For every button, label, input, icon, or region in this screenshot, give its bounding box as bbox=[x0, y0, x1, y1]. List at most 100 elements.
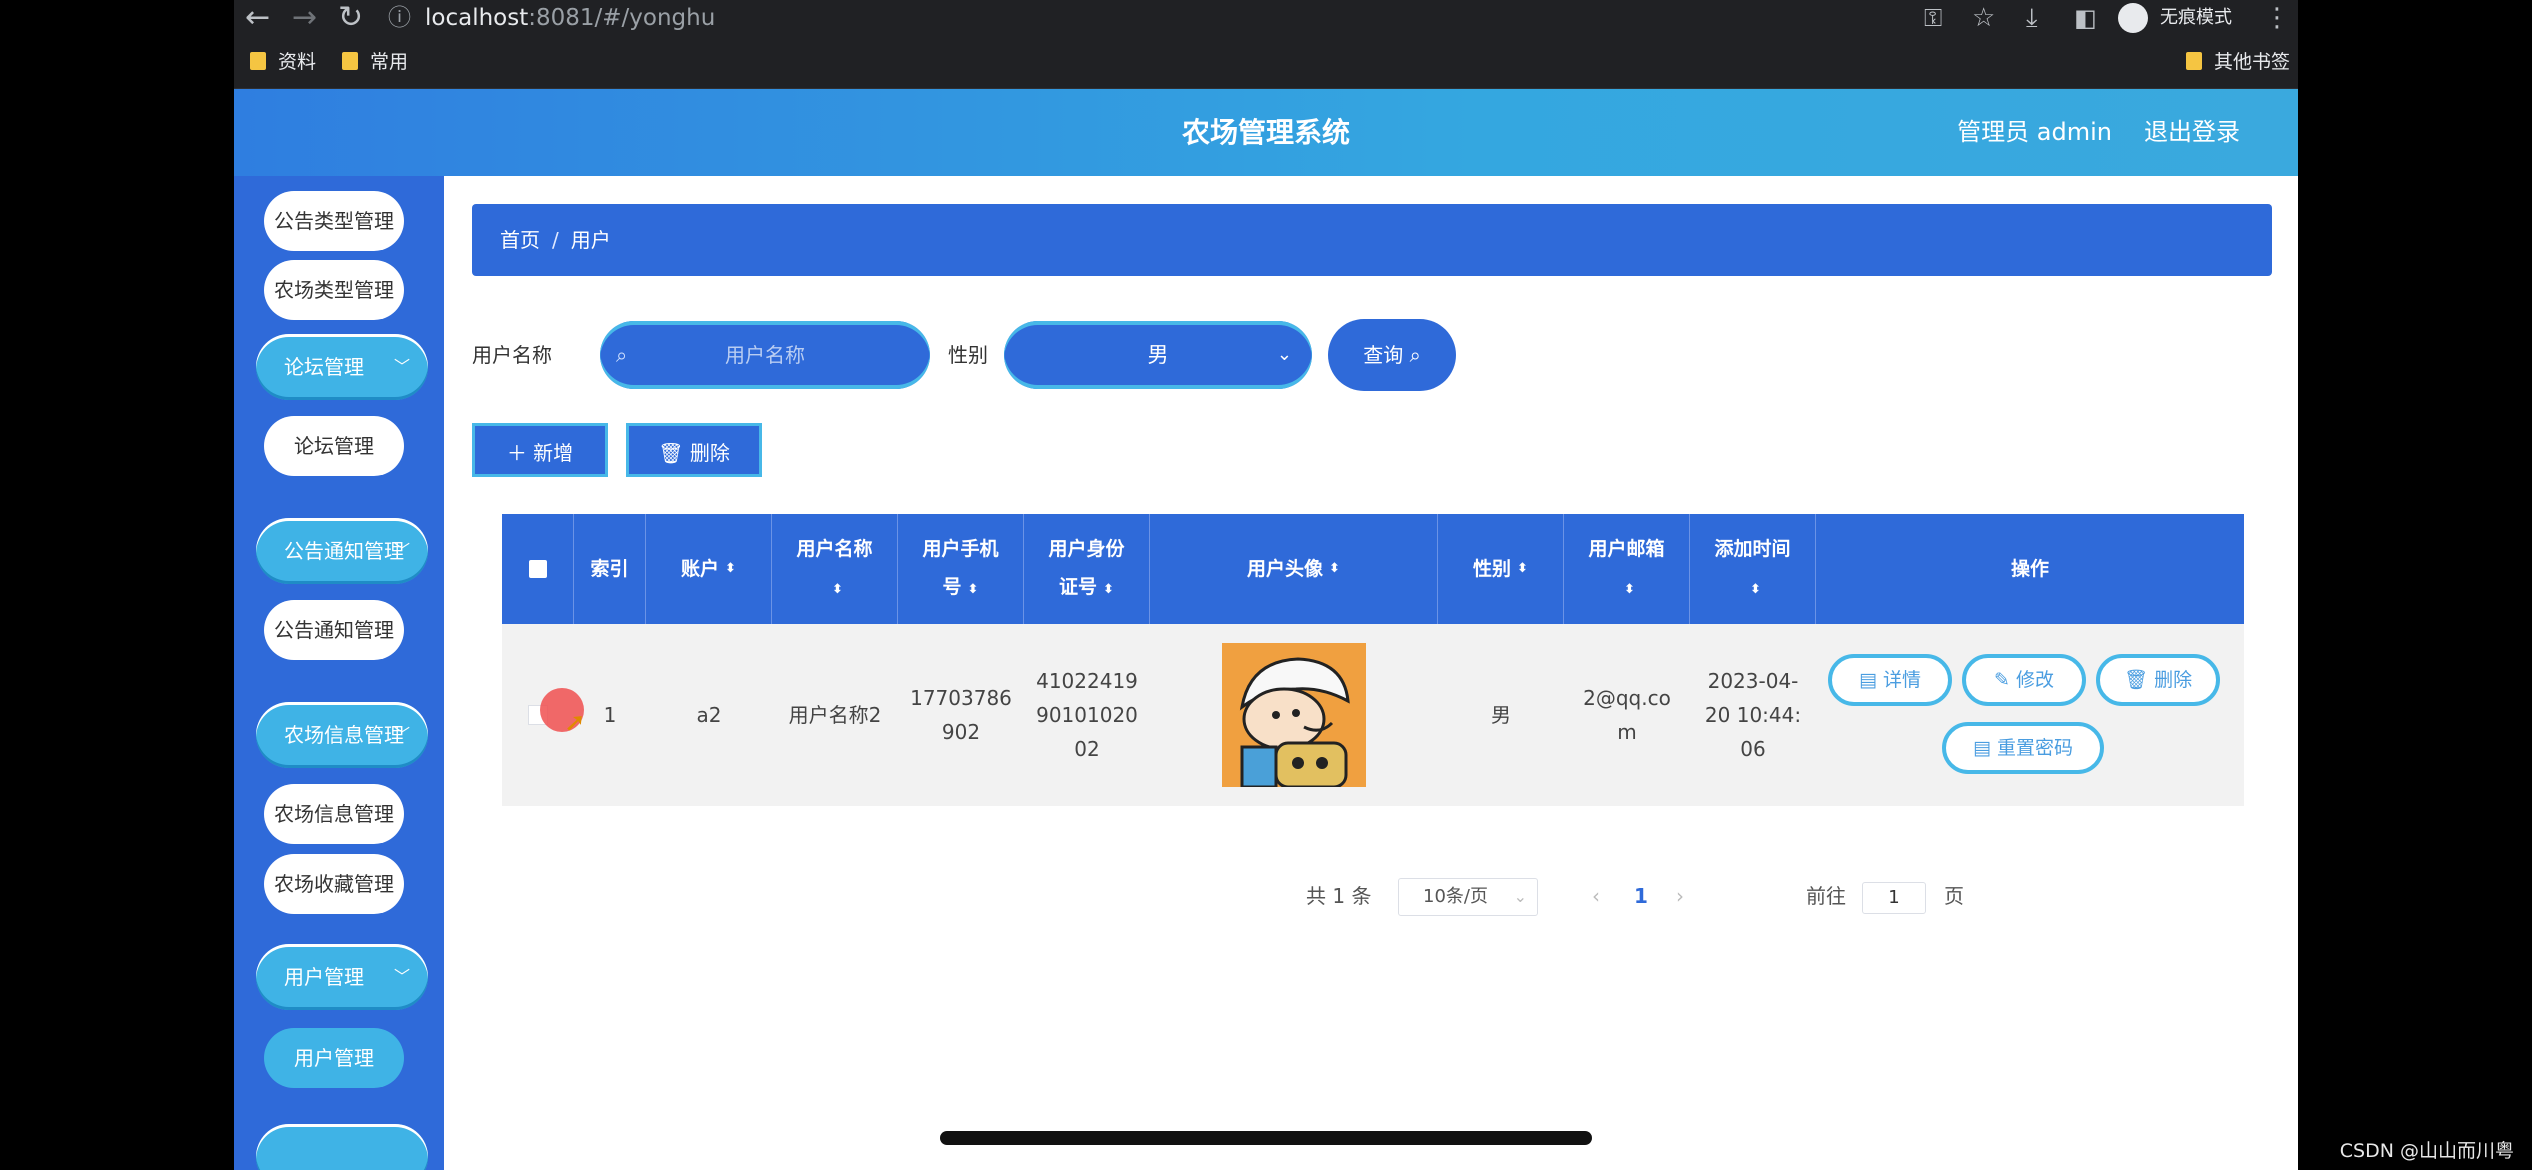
home-indicator bbox=[940, 1131, 1592, 1145]
address-bar[interactable]: ⓘ localhost:8081/#/yonghu bbox=[388, 0, 1978, 36]
sidebar: 公告类型管理 农场类型管理 论坛管理 ﹀ 论坛管理 公告通知管理 ﹀ 公告通知管理 … bbox=[234, 176, 444, 1170]
forward-icon[interactable]: → bbox=[292, 0, 317, 36]
col-email[interactable]: 用户邮箱 ⬍ bbox=[1564, 514, 1690, 624]
total-count: 共 1 条 bbox=[1306, 884, 1372, 908]
sort-icon[interactable]: ⬍ bbox=[1517, 550, 1528, 588]
cell-account: a2 bbox=[696, 703, 722, 727]
sort-icon[interactable]: ⬍ bbox=[1103, 582, 1114, 597]
bookmarks-bar bbox=[234, 36, 2298, 89]
key-icon[interactable]: ⚿ bbox=[1924, 0, 1942, 36]
other-bookmarks[interactable]: 其他书签 bbox=[2186, 46, 2290, 78]
download-icon[interactable]: ⤓ bbox=[2026, 0, 2038, 36]
folder-icon bbox=[2186, 52, 2202, 70]
col-phone[interactable]: 用户手机号 ⬍ bbox=[898, 514, 1024, 624]
trash-icon: 🗑 bbox=[658, 441, 684, 465]
col-account[interactable]: 账户 ⬍ bbox=[646, 514, 772, 624]
app-page: 农场管理系统 管理员 admin 退出登录 公告类型管理 农场类型管理 论坛管理… bbox=[234, 89, 2298, 1170]
folder-icon bbox=[342, 52, 358, 70]
delete-button[interactable]: 🗑 删除 bbox=[2096, 654, 2220, 706]
chevron-down-icon: ⌄ bbox=[1513, 887, 1527, 906]
back-icon[interactable]: ← bbox=[245, 0, 270, 36]
cell-ops bbox=[1816, 624, 2244, 806]
col-gender[interactable]: 性别 ⬍ bbox=[1438, 514, 1564, 624]
sidebar-group-notice[interactable]: 公告通知管理 ﹀ bbox=[256, 518, 428, 584]
goto-suffix: 页 bbox=[1944, 884, 1964, 908]
sidebar-group-next[interactable] bbox=[256, 1124, 428, 1170]
cell-gender: 男 bbox=[1491, 703, 1511, 727]
sidebar-group-forum[interactable]: 论坛管理 ﹀ bbox=[256, 334, 428, 400]
watermark: CSDN @山山而川粤 bbox=[2339, 1140, 2514, 1162]
col-username[interactable]: 用户名称 ⬍ bbox=[772, 514, 898, 624]
detail-button[interactable]: ▤ 详情 bbox=[1828, 654, 1952, 706]
gender-label: 性别 bbox=[948, 343, 988, 367]
sort-icon[interactable]: ⬍ bbox=[1750, 582, 1761, 597]
star-icon[interactable]: ☆ bbox=[1972, 0, 1995, 36]
cell-index: 1 bbox=[603, 703, 617, 727]
cell-added-time: 2023-04- 20 10:44: 06 bbox=[1704, 669, 1802, 761]
sidebar-group-farm-info[interactable]: 农场信息管理 ﹀ bbox=[256, 702, 428, 768]
breadcrumb-home[interactable]: 首页 bbox=[500, 228, 540, 252]
cell-idcard: 41022419 90101020 02 bbox=[1036, 669, 1138, 761]
goto-page-input[interactable]: 1 bbox=[1862, 882, 1926, 914]
page-size-select[interactable]: 10条/页 ⌄ bbox=[1398, 878, 1538, 916]
sidebar-item-farm-info[interactable]: 农场信息管理 bbox=[264, 784, 404, 844]
avatar[interactable] bbox=[1222, 643, 1366, 787]
query-button[interactable]: 查询 ⌕ bbox=[1328, 319, 1456, 391]
logout-link[interactable]: 退出登录 bbox=[2144, 89, 2240, 176]
incognito-label: 无痕模式 bbox=[2160, 7, 2232, 28]
info-icon[interactable]: ⓘ bbox=[388, 5, 411, 31]
sort-icon[interactable]: ⬍ bbox=[1329, 550, 1340, 588]
select-all-checkbox-cell[interactable] bbox=[502, 514, 574, 624]
batch-delete-button[interactable]: 🗑 删除 bbox=[626, 423, 762, 477]
sidebar-item-notice[interactable]: 公告通知管理 bbox=[264, 600, 404, 660]
url-host: localhost bbox=[425, 5, 529, 31]
col-added-time[interactable]: 添加时间 ⬍ bbox=[1690, 514, 1816, 624]
breadcrumb-current: 用户 bbox=[570, 228, 611, 252]
sidebar-item-user[interactable]: 用户管理 bbox=[264, 1028, 404, 1088]
row-checkbox-cell[interactable]: ➚ bbox=[502, 624, 586, 806]
add-button[interactable]: ＋ 新增 bbox=[472, 423, 608, 477]
pencil-icon: ✎ bbox=[1994, 669, 2010, 691]
col-avatar[interactable]: 用户头像 ⬍ bbox=[1150, 514, 1438, 624]
chevron-down-icon: ﹀ bbox=[393, 725, 410, 744]
sort-icon[interactable]: ⬍ bbox=[968, 582, 979, 597]
sidebar-item-notice-type[interactable]: 公告类型管理 bbox=[264, 191, 404, 251]
username-label: 用户名称 bbox=[472, 343, 552, 367]
main-content: 首页 / 用户 用户名称 ⌕ 用户名称 性别 男 ⌄ 查询 ⌕ ＋ 新增 🗑 删除 … bbox=[444, 176, 2298, 1170]
folder-icon bbox=[250, 52, 266, 70]
col-idcard[interactable]: 用户身份 证号 ⬍ bbox=[1024, 514, 1150, 624]
document-icon: ▤ bbox=[1972, 737, 1991, 759]
chevron-down-icon: ﹀ bbox=[393, 967, 410, 986]
next-page-icon[interactable]: › bbox=[1676, 876, 1684, 916]
col-index: 索引 bbox=[574, 514, 646, 624]
sidebar-item-farm-type[interactable]: 农场类型管理 bbox=[264, 260, 404, 320]
breadcrumb: 首页 / 用户 bbox=[472, 204, 2272, 276]
gender-select[interactable]: 男 ⌄ bbox=[1004, 321, 1312, 389]
page-number-current[interactable]: 1 bbox=[1634, 876, 1648, 916]
edit-button[interactable]: ✎ 修改 bbox=[1962, 654, 2086, 706]
select-all-checkbox[interactable] bbox=[528, 560, 547, 578]
cell-phone: 17703786 902 bbox=[910, 686, 1012, 744]
cell-email: 2@qq.co m bbox=[1583, 686, 1671, 744]
document-icon: ▤ bbox=[1858, 669, 1877, 691]
bookmark-folder-2[interactable]: 常用 bbox=[342, 46, 408, 78]
sort-icon[interactable]: ⬍ bbox=[1624, 582, 1635, 597]
goto-prefix: 前往 bbox=[1806, 884, 1846, 908]
chevron-down-icon: ﹀ bbox=[393, 541, 410, 560]
more-menu-icon[interactable]: ⋮ bbox=[2264, 0, 2290, 36]
chevron-down-icon: ⌄ bbox=[1276, 344, 1292, 365]
sidebar-item-forum[interactable]: 论坛管理 bbox=[264, 416, 404, 476]
incognito-icon[interactable] bbox=[2118, 3, 2148, 33]
cell-username: 用户名称2 bbox=[788, 703, 882, 727]
sort-icon[interactable]: ⬍ bbox=[832, 582, 843, 597]
username-search-input[interactable]: ⌕ 用户名称 bbox=[600, 321, 930, 389]
prev-page-icon[interactable]: ‹ bbox=[1592, 876, 1600, 916]
sidebar-group-user[interactable]: 用户管理 ﹀ bbox=[256, 944, 428, 1010]
admin-label: 管理员 admin bbox=[1957, 118, 2112, 146]
sidepanel-icon[interactable]: ◧ bbox=[2074, 0, 2097, 36]
reset-password-button[interactable]: ▤ 重置密码 bbox=[1942, 722, 2104, 774]
bookmark-folder-1[interactable]: 资料 bbox=[250, 46, 316, 78]
sidebar-item-farm-collect[interactable]: 农场收藏管理 bbox=[264, 854, 404, 914]
reload-icon[interactable]: ↻ bbox=[338, 0, 363, 36]
sort-icon[interactable]: ⬍ bbox=[725, 550, 736, 588]
